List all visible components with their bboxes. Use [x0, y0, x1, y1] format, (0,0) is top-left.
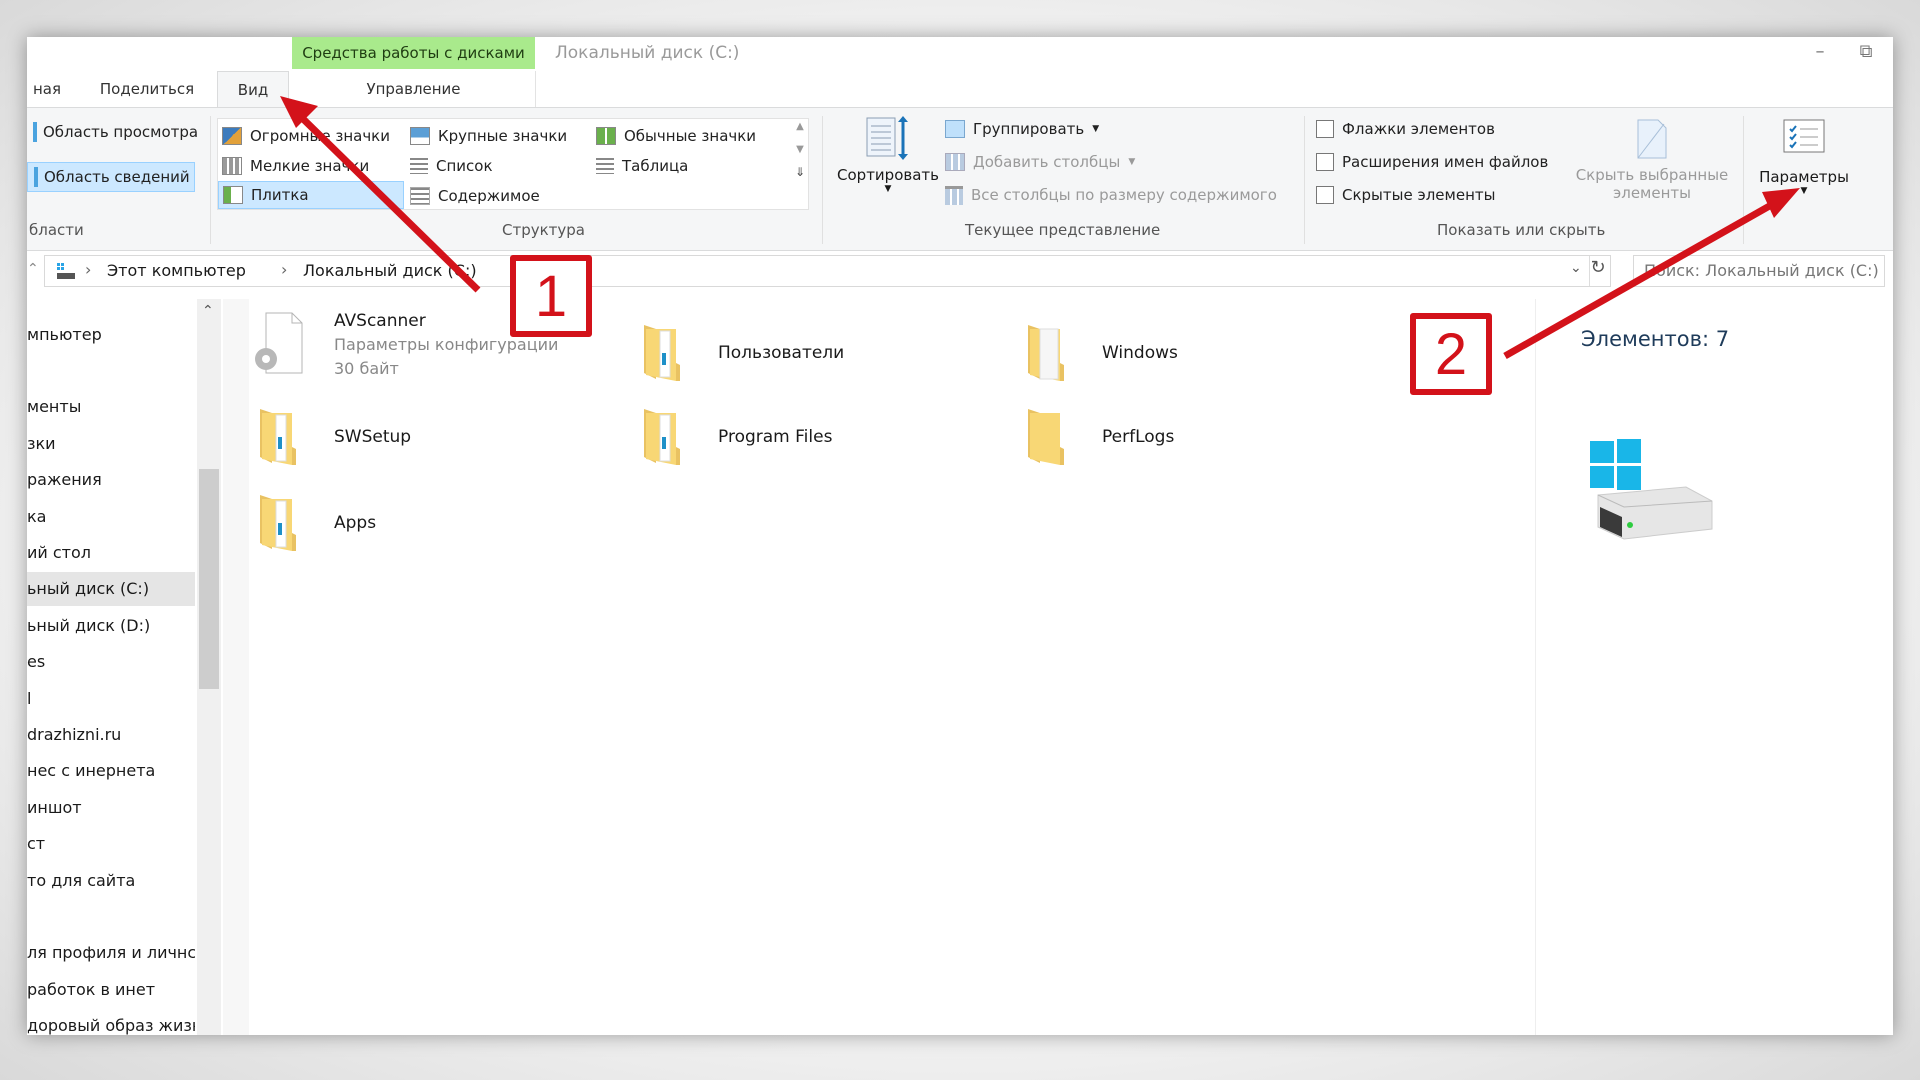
annotation-arrows — [280, 96, 1800, 360]
arrow-to-view-tab — [280, 96, 481, 293]
annotation-step-1: 1 — [510, 255, 592, 337]
annotation-step-2: 2 — [1410, 313, 1492, 395]
arrow-to-options — [1503, 188, 1800, 360]
